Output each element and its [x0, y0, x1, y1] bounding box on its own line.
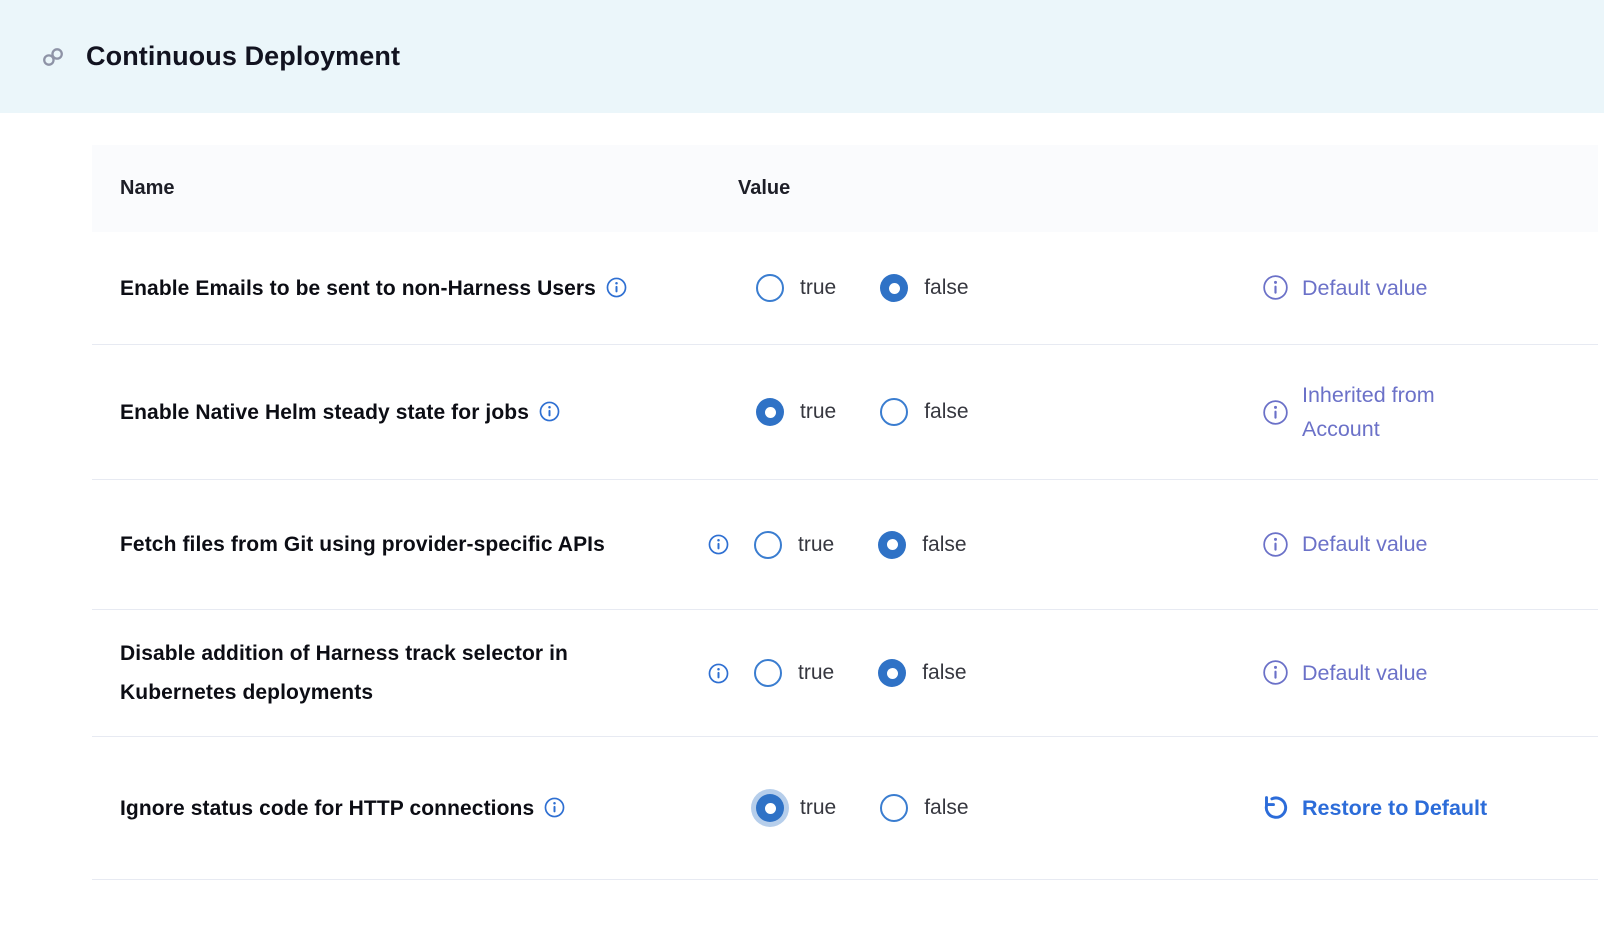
radio-group: true false: [756, 274, 969, 302]
setting-status-cell: Inherited from Account: [1230, 378, 1598, 447]
status-badge: Default value: [1262, 271, 1598, 305]
radio-false[interactable]: [878, 659, 906, 687]
radio-group: true false: [754, 531, 967, 559]
info-icon[interactable]: [1262, 531, 1289, 558]
info-icon[interactable]: [1262, 274, 1289, 301]
setting-value-cell: true false: [706, 398, 1230, 426]
restore-icon[interactable]: [1262, 794, 1289, 821]
radio-label-true[interactable]: true: [800, 796, 836, 820]
restore-to-default-button[interactable]: Restore to Default: [1262, 791, 1598, 825]
setting-status-cell: Default value: [1230, 527, 1598, 561]
radio-option-false[interactable]: false: [878, 659, 966, 687]
radio-label-false[interactable]: false: [922, 661, 966, 685]
status-badge: Default value: [1262, 656, 1598, 690]
radio-group: true false: [754, 659, 967, 687]
table-header-row: Name Value: [92, 145, 1598, 232]
radio-option-true[interactable]: true: [754, 531, 834, 559]
radio-label-true[interactable]: true: [798, 661, 834, 685]
radio-true[interactable]: [756, 794, 784, 822]
table-row: Fetch files from Git using provider-spec…: [92, 480, 1598, 610]
setting-name-cell: Disable addition of Harness track select…: [92, 634, 706, 712]
setting-name: Disable addition of Harness track select…: [120, 634, 665, 712]
table-row: Disable addition of Harness track select…: [92, 610, 1598, 737]
radio-label-false[interactable]: false: [924, 796, 968, 820]
column-header-value: Value: [706, 177, 1230, 200]
radio-option-true[interactable]: true: [754, 659, 834, 687]
setting-name-cell: Ignore status code for HTTP connections: [92, 789, 706, 828]
page-title: Continuous Deployment: [86, 41, 400, 72]
setting-name-cell: Enable Emails to be sent to non-Harness …: [92, 269, 706, 308]
radio-label-false[interactable]: false: [924, 400, 968, 424]
radio-option-true[interactable]: true: [756, 794, 836, 822]
info-icon[interactable]: [606, 277, 627, 298]
section-header: Continuous Deployment: [0, 0, 1604, 113]
info-icon[interactable]: [1262, 659, 1289, 686]
radio-group: true false: [756, 398, 969, 426]
table-row: Ignore status code for HTTP connections …: [92, 737, 1598, 880]
radio-option-true[interactable]: true: [756, 398, 836, 426]
radio-option-false[interactable]: false: [878, 531, 966, 559]
info-icon[interactable]: [708, 663, 729, 684]
status-label: Inherited from Account: [1302, 378, 1507, 447]
status-label[interactable]: Restore to Default: [1302, 791, 1487, 825]
radio-option-false[interactable]: false: [880, 794, 968, 822]
setting-name: Ignore status code for HTTP connections: [120, 797, 534, 820]
radio-true[interactable]: [754, 659, 782, 687]
setting-status-cell: Default value: [1230, 656, 1598, 690]
radio-label-true[interactable]: true: [800, 400, 836, 424]
radio-option-false[interactable]: false: [880, 274, 968, 302]
setting-value-cell: true false: [706, 531, 1230, 559]
table-row: Enable Emails to be sent to non-Harness …: [92, 232, 1598, 345]
radio-true[interactable]: [754, 531, 782, 559]
radio-false[interactable]: [880, 398, 908, 426]
info-icon[interactable]: [539, 401, 560, 422]
radio-label-true[interactable]: true: [798, 533, 834, 557]
setting-status-cell: Restore to Default: [1230, 791, 1598, 825]
table-row: Enable Native Helm steady state for jobs…: [92, 345, 1598, 480]
status-label: Default value: [1302, 527, 1428, 561]
setting-value-cell: true false: [706, 274, 1230, 302]
info-icon[interactable]: [1262, 399, 1289, 426]
radio-true[interactable]: [756, 398, 784, 426]
setting-name: Enable Native Helm steady state for jobs: [120, 401, 529, 424]
radio-false[interactable]: [880, 794, 908, 822]
radio-true[interactable]: [756, 274, 784, 302]
radio-group: true false: [756, 794, 969, 822]
setting-status-cell: Default value: [1230, 271, 1598, 305]
status-badge: Default value: [1262, 527, 1598, 561]
setting-name-cell: Enable Native Helm steady state for jobs: [92, 393, 706, 432]
setting-value-cell: true false: [706, 794, 1230, 822]
radio-option-false[interactable]: false: [880, 398, 968, 426]
info-icon[interactable]: [544, 797, 565, 818]
radio-label-true[interactable]: true: [800, 276, 836, 300]
setting-name: Fetch files from Git using provider-spec…: [120, 525, 605, 564]
radio-option-true[interactable]: true: [756, 274, 836, 302]
setting-value-cell: true false: [706, 659, 1230, 687]
radio-label-false[interactable]: false: [922, 533, 966, 557]
settings-table: Name Value Enable Emails to be sent to n…: [92, 145, 1598, 880]
radio-false[interactable]: [880, 274, 908, 302]
column-header-name: Name: [92, 177, 706, 200]
status-label: Default value: [1302, 656, 1428, 690]
radio-false[interactable]: [878, 531, 906, 559]
link-icon[interactable]: [40, 44, 66, 70]
info-icon[interactable]: [708, 534, 729, 555]
status-label: Default value: [1302, 271, 1428, 305]
setting-name: Enable Emails to be sent to non-Harness …: [120, 277, 596, 300]
setting-name-cell: Fetch files from Git using provider-spec…: [92, 525, 706, 564]
radio-label-false[interactable]: false: [924, 276, 968, 300]
status-badge: Inherited from Account: [1262, 378, 1598, 447]
